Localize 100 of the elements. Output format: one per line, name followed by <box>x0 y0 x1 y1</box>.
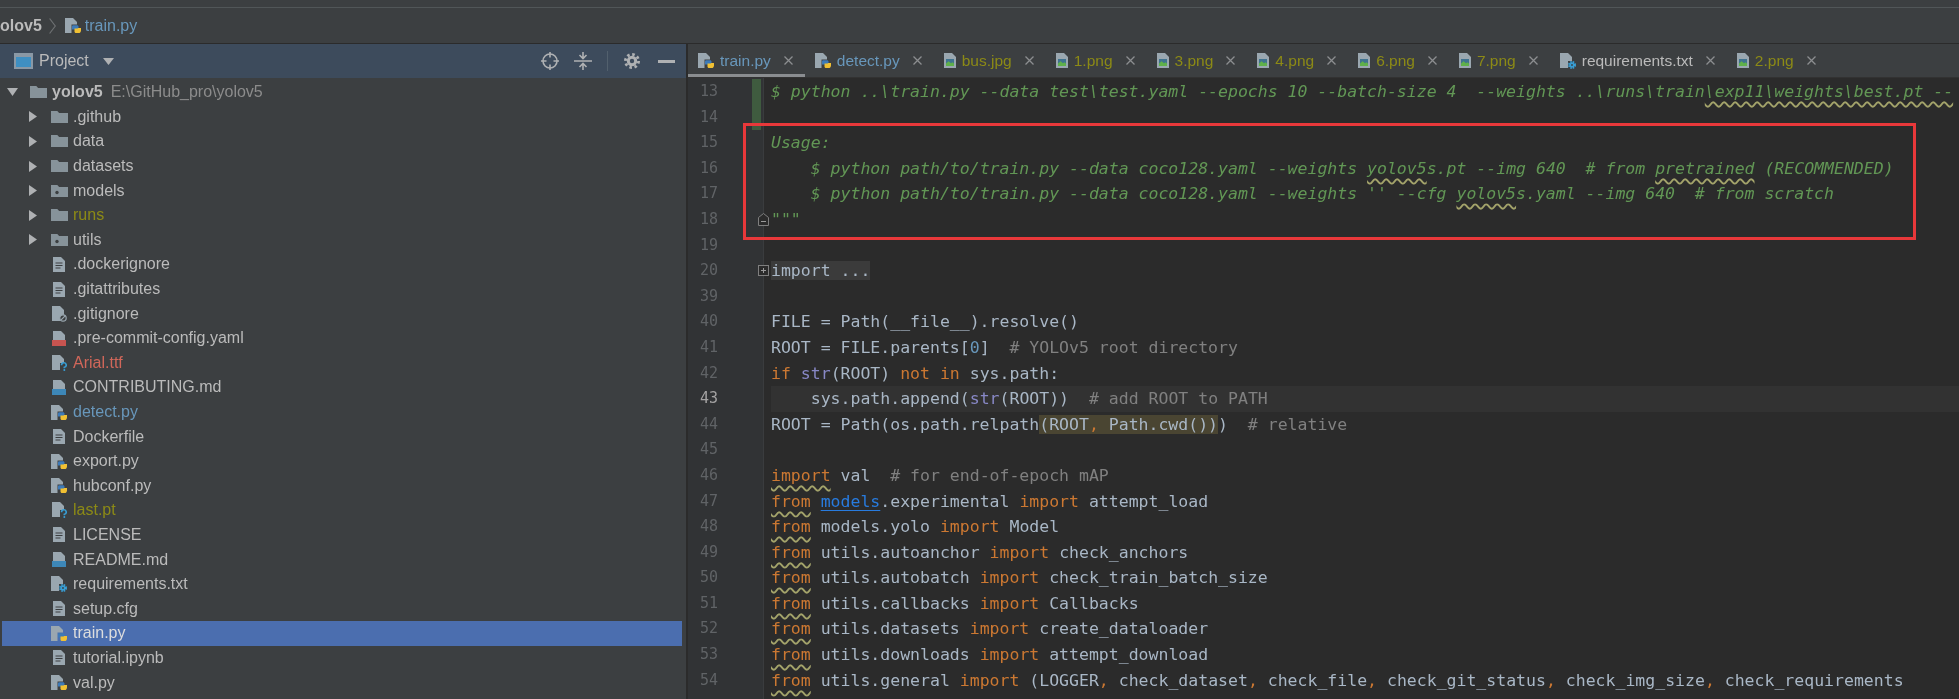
gear-file-icon <box>1559 52 1576 69</box>
editor-tab[interactable]: 3.png <box>1146 44 1248 77</box>
tree-item[interactable]: tutorial.ipynb <box>2 645 682 671</box>
minimize-icon[interactable] <box>658 59 675 63</box>
editor-tab[interactable]: 6.png <box>1348 44 1449 77</box>
markdown-file-icon <box>52 552 66 568</box>
tree-item[interactable]: .gitattributes <box>2 276 682 302</box>
breadcrumb-item[interactable]: train.py <box>64 16 138 35</box>
image-file-icon <box>1736 53 1749 68</box>
code-line: """ <box>771 208 801 231</box>
tree-item[interactable]: export.py <box>2 448 682 474</box>
breadcrumb-item[interactable]: olov5 <box>0 16 42 35</box>
unfold-icon[interactable] <box>758 265 769 277</box>
settings-icon[interactable] <box>623 52 641 70</box>
tree-item[interactable]: models <box>2 178 682 203</box>
markdown-file-icon <box>52 379 66 395</box>
folder-icon <box>50 184 68 197</box>
code-line: ROOT = FILE.parents[0] # YOLOv5 root directory <box>771 336 1238 359</box>
tree-item[interactable]: data <box>2 129 682 154</box>
folder-icon <box>50 160 68 173</box>
tree-item[interactable]: Arial.ttf <box>2 350 682 376</box>
unknown-file-icon <box>51 354 67 371</box>
python-file-icon <box>64 18 81 33</box>
fold-icon[interactable] <box>758 213 769 227</box>
caret-right-icon[interactable] <box>29 234 37 246</box>
tree-item[interactable]: Dockerfile <box>2 424 682 449</box>
close-icon[interactable] <box>1327 56 1337 65</box>
close-icon[interactable] <box>912 56 922 65</box>
code-line: from utils.callbacks import Callbacks <box>771 592 1139 615</box>
tree-item[interactable]: hubconf.py <box>2 473 682 499</box>
tree-item[interactable]: setup.cfg <box>2 596 682 622</box>
folder-icon <box>29 86 47 99</box>
collapse-all-icon[interactable] <box>574 52 592 70</box>
code-line: Usage: <box>771 132 831 155</box>
code-line: import val # for end-of-epoch mAP <box>771 464 1109 487</box>
tree-item[interactable]: requirements.txt <box>2 571 682 597</box>
editor-tab[interactable]: 7.png <box>1448 44 1550 77</box>
editor-tab[interactable]: 2.png <box>1726 44 1828 77</box>
code-line: from models.yolo import Model <box>771 516 1060 539</box>
close-icon[interactable] <box>783 56 793 65</box>
close-icon[interactable] <box>1024 56 1034 65</box>
image-file-icon <box>1156 53 1169 68</box>
tree-item[interactable]: .pre-commit-config.yaml <box>2 325 682 351</box>
python-file-icon <box>51 453 67 469</box>
image-file-icon <box>943 53 956 68</box>
tree-item[interactable]: datasets <box>2 153 682 179</box>
close-icon[interactable] <box>1125 56 1135 65</box>
code-link[interactable]: models <box>820 491 881 511</box>
editor-tab[interactable]: bus.jpg <box>933 44 1046 77</box>
editor-tab[interactable]: 4.png <box>1247 44 1349 77</box>
view-selector-dropdown[interactable]: Project <box>14 52 114 70</box>
tree-item[interactable]: utils <box>2 227 682 253</box>
code-line: ROOT = Path(os.path.relpath(ROOT, Path.cwd())) # relative <box>771 413 1348 436</box>
editor-tab[interactable]: 1.png <box>1045 44 1147 77</box>
caret-right-icon[interactable] <box>29 185 37 197</box>
line-number: 43 <box>699 388 719 410</box>
caret-right-icon[interactable] <box>29 136 37 147</box>
tree-item[interactable]: README.md <box>2 547 682 572</box>
code-line: from models.experimental import attempt_load <box>771 490 1209 513</box>
caret-right-icon[interactable] <box>29 209 37 221</box>
editor-tab[interactable]: requirements.txt <box>1549 44 1727 77</box>
python-file-icon <box>814 53 831 68</box>
tree-item[interactable]: .dockerignore <box>2 252 682 277</box>
caret-down-icon[interactable] <box>6 88 18 97</box>
code-line: from utils.general import (LOGGER, check_dataset, check_file, check_git_status, check_img_size, check_requirements <box>771 669 1904 692</box>
tree-item[interactable]: yolov5 E:\GitHub_pro\yolov5 <box>2 80 682 105</box>
code-line: $ python path/to/train.py --data coco128.yaml --weights yolov5s.pt --img 640 # from pretrained (RECOMMENDED) <box>809 157 1894 180</box>
code-line: from utils.downloads import attempt_download <box>771 644 1209 667</box>
text-file-icon <box>53 650 65 666</box>
caret-right-icon[interactable] <box>29 111 37 123</box>
tree-item[interactable]: last.pt <box>2 498 682 523</box>
caret-down-icon <box>102 57 114 65</box>
image-file-icon <box>1257 53 1270 68</box>
text-file-icon <box>53 256 65 272</box>
caret-right-icon[interactable] <box>29 160 37 172</box>
tree-item[interactable]: runs <box>2 202 682 228</box>
python-file-icon <box>51 625 67 641</box>
text-file-icon <box>53 429 65 445</box>
close-icon[interactable] <box>1427 56 1437 65</box>
close-icon[interactable] <box>1705 56 1715 65</box>
tree-item[interactable]: CONTRIBUTING.md <box>2 375 682 400</box>
text-file-icon <box>53 527 65 543</box>
tree-item[interactable]: train.py <box>2 621 682 646</box>
tree-item[interactable]: detect.py <box>2 399 682 425</box>
close-icon[interactable] <box>1806 56 1816 65</box>
tree-item[interactable]: .github <box>2 104 682 130</box>
window-icon <box>14 53 33 69</box>
tree-item[interactable]: .gitignore <box>2 301 682 326</box>
code-line: from utils.datasets import create_dataloader <box>771 618 1209 641</box>
code-line: $ python ..\train.py --data test\test.yaml --epochs 10 --batch-size 4 --weights ..\runs\train\exp11\weights\best.pt -- <box>771 81 1954 103</box>
close-icon[interactable] <box>1226 56 1236 65</box>
close-icon[interactable] <box>1528 56 1538 65</box>
editor-tab[interactable]: detect.py <box>804 44 934 77</box>
python-file-icon <box>51 478 67 494</box>
python-file-icon <box>698 53 714 68</box>
folder-icon <box>50 209 68 222</box>
tree-item[interactable]: val.py <box>2 670 682 695</box>
crosshair-icon[interactable] <box>541 52 559 70</box>
code-line: from utils.autobatch import check_train_batch_size <box>771 567 1268 590</box>
tree-item[interactable]: LICENSE <box>2 522 682 548</box>
